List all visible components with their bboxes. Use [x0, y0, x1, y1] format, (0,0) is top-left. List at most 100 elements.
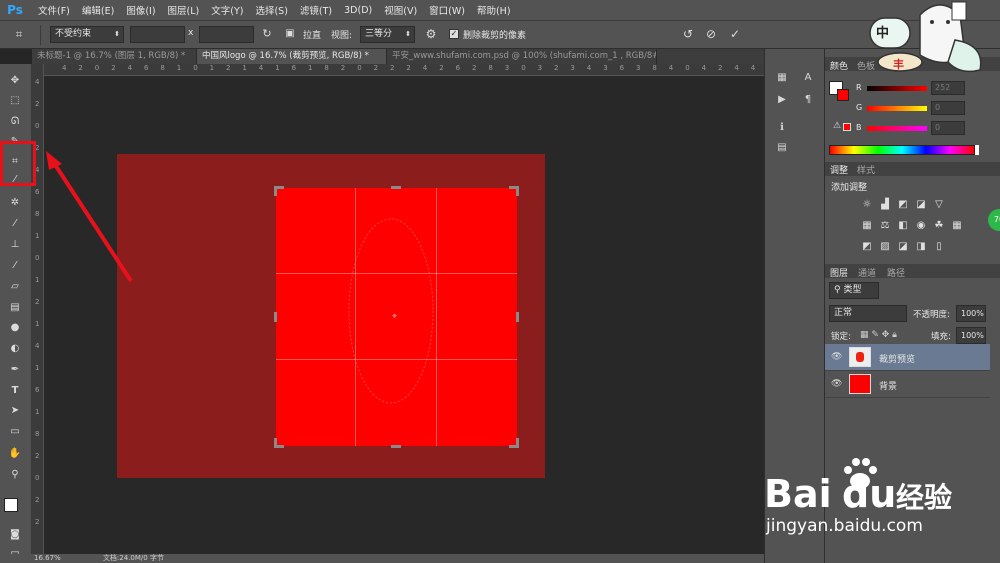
horizontal-ruler[interactable]: 4202468101214161820222426283032343638404…: [44, 64, 772, 76]
menu-layer[interactable]: 图层(L): [162, 3, 206, 17]
hue-saturation-icon[interactable]: ▦: [861, 219, 873, 231]
menu-filter[interactable]: 滤镜(T): [294, 3, 338, 17]
width-input[interactable]: [130, 26, 185, 43]
brush-tool-icon[interactable]: ⁄: [6, 215, 24, 231]
tab-color[interactable]: 颜色: [830, 59, 848, 72]
channel-mixer-icon[interactable]: ☘: [933, 219, 945, 231]
dodge-tool-icon[interactable]: ◐: [6, 340, 24, 356]
properties-icon[interactable]: ▤: [773, 139, 791, 155]
menu-image[interactable]: 图像(I): [120, 3, 161, 17]
quick-mask-icon[interactable]: ◙: [6, 526, 24, 542]
blur-tool-icon[interactable]: ●: [6, 319, 24, 335]
tab-adjustments[interactable]: 调整: [830, 163, 848, 176]
color-lookup-icon[interactable]: ▦: [951, 219, 963, 231]
view-select[interactable]: 三等分 ⬍: [360, 26, 415, 43]
r-slider[interactable]: [867, 86, 927, 91]
crop-handle[interactable]: [391, 186, 401, 189]
delete-pixels-checkbox[interactable]: ✓: [449, 29, 459, 39]
commit-icon[interactable]: ✓: [728, 27, 742, 41]
tab-layers[interactable]: 图层: [830, 266, 848, 279]
paragraph-icon[interactable]: ¶: [799, 91, 817, 107]
menu-view[interactable]: 视图(V): [378, 3, 423, 17]
layer-filter-select[interactable]: ⚲ 类型: [829, 282, 879, 299]
crop-handle[interactable]: [391, 445, 401, 448]
rectangle-tool-icon[interactable]: ▭: [6, 423, 24, 439]
b-value[interactable]: 0: [931, 121, 965, 135]
selective-color-icon[interactable]: ◨: [915, 240, 927, 252]
crop-tool-preset-icon[interactable]: ⌗: [8, 26, 30, 43]
gradient-tool-icon[interactable]: ▤: [6, 299, 24, 315]
marquee-tool-icon[interactable]: ⬚: [6, 92, 24, 108]
move-tool-icon[interactable]: ✥: [6, 72, 24, 88]
color-ramp[interactable]: [829, 145, 975, 155]
exposure-icon[interactable]: ◪: [915, 198, 927, 210]
menu-edit[interactable]: 编辑(E): [76, 3, 120, 17]
vertical-ruler[interactable]: 420246810121416182022: [32, 64, 44, 554]
g-value[interactable]: 0: [931, 101, 965, 115]
history-icon[interactable]: ▦: [773, 69, 791, 85]
g-slider[interactable]: [867, 106, 927, 111]
b-slider[interactable]: [867, 126, 927, 131]
crop-handle[interactable]: [274, 312, 277, 322]
invert-icon[interactable]: ◩: [861, 240, 873, 252]
tab-untitled[interactable]: 未标题-1 @ 16.7% (图层 1, RGB/8) *: [32, 49, 197, 64]
menu-help[interactable]: 帮助(H): [471, 3, 517, 17]
gear-icon[interactable]: ⚙: [424, 27, 438, 41]
tab-channels[interactable]: 通道: [858, 266, 876, 279]
info-icon[interactable]: ℹ: [773, 119, 791, 135]
menu-select[interactable]: 选择(S): [249, 3, 293, 17]
actions-icon[interactable]: ▶: [773, 91, 791, 107]
blend-mode-select[interactable]: 正常: [829, 305, 907, 322]
crop-handle[interactable]: [274, 186, 277, 196]
crop-preview-box[interactable]: ⌖: [274, 186, 519, 448]
crop-handle[interactable]: [274, 438, 277, 448]
fill-input[interactable]: 100%: [956, 327, 986, 344]
vibrance-icon[interactable]: ▽: [933, 198, 945, 210]
lasso-tool-icon[interactable]: ᘏ: [6, 113, 24, 129]
eye-icon[interactable]: 👁︎: [831, 379, 842, 389]
history-brush-tool-icon[interactable]: ⁄: [6, 257, 24, 273]
bg-color-swatch[interactable]: [837, 89, 849, 101]
ratio-select[interactable]: 不受约束 ⬍: [50, 26, 124, 43]
gamut-color-swatch[interactable]: [843, 123, 851, 131]
height-input[interactable]: [199, 26, 254, 43]
crop-handle[interactable]: [516, 312, 519, 322]
tab-styles[interactable]: 样式: [857, 163, 875, 176]
tab-paths[interactable]: 路径: [887, 266, 905, 279]
r-value[interactable]: 252: [931, 81, 965, 95]
layer-row-crop-preview[interactable]: 👁︎ 裁剪预览: [825, 344, 990, 371]
type-tool-icon[interactable]: T: [6, 382, 24, 398]
foreground-color-swatch[interactable]: [4, 498, 18, 512]
menu-type[interactable]: 文字(Y): [205, 3, 249, 17]
zoom-readout[interactable]: 16.67%: [34, 554, 61, 562]
straighten-icon[interactable]: ▣: [282, 27, 298, 41]
hand-tool-icon[interactable]: ✋: [6, 445, 24, 461]
tab-china-logo[interactable]: 中国风logo @ 16.7% (裁剪预览, RGB/8) *: [197, 49, 387, 64]
crop-handle[interactable]: [516, 186, 519, 196]
character-icon[interactable]: A: [799, 69, 817, 85]
brightness-icon[interactable]: ☼: [861, 198, 873, 210]
levels-icon[interactable]: ▟: [879, 198, 891, 210]
menu-window[interactable]: 窗口(W): [423, 3, 471, 17]
pen-tool-icon[interactable]: ✒: [6, 361, 24, 377]
opacity-input[interactable]: 100%: [956, 305, 986, 322]
layer-name[interactable]: 裁剪预览: [879, 352, 915, 365]
eraser-tool-icon[interactable]: ▱: [6, 278, 24, 294]
posterize-icon[interactable]: ▨: [879, 240, 891, 252]
menu-3d[interactable]: 3D(D): [338, 5, 378, 16]
crop-handle[interactable]: [516, 438, 519, 448]
white-ramp[interactable]: [975, 145, 979, 155]
lock-icons[interactable]: ▦ ✎ ✥ 🔒︎: [860, 330, 897, 340]
menu-file[interactable]: 文件(F): [32, 3, 76, 17]
reset-icon[interactable]: ↺: [681, 27, 695, 41]
threshold-icon[interactable]: ◪: [897, 240, 909, 252]
black-white-icon[interactable]: ◧: [897, 219, 909, 231]
doc-size[interactable]: 文档:24.0M/0 字节: [103, 554, 164, 562]
zoom-tool-icon[interactable]: ⚲: [6, 466, 24, 482]
swap-icon[interactable]: ↻: [260, 27, 274, 41]
gradient-map-icon[interactable]: ▯: [933, 240, 945, 252]
curves-icon[interactable]: ◩: [897, 198, 909, 210]
spot-healing-tool-icon[interactable]: ✲: [6, 194, 24, 210]
photo-filter-icon[interactable]: ◉: [915, 219, 927, 231]
color-balance-icon[interactable]: ⚖: [879, 219, 891, 231]
